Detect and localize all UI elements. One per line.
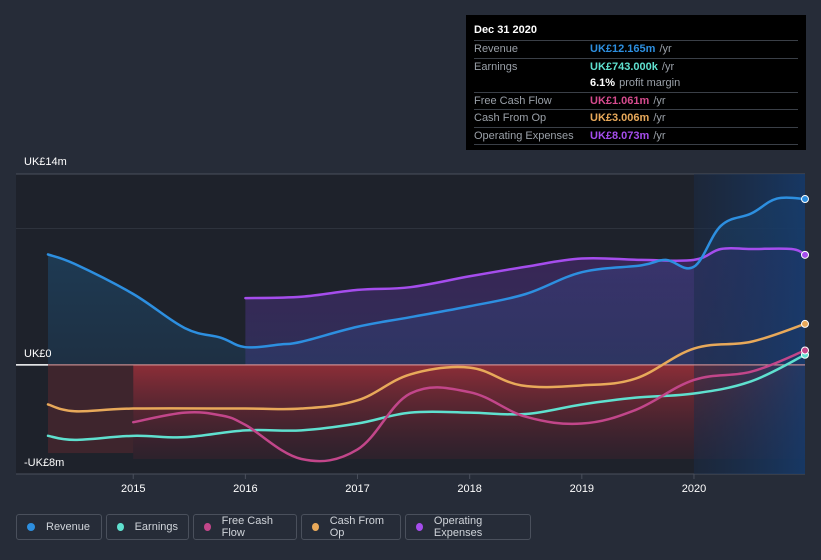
- tooltip-value: UK£8.073m: [590, 129, 650, 142]
- legend-label: Cash From Op: [329, 515, 385, 539]
- legend-label: Operating Expenses: [433, 515, 483, 539]
- tooltip-row-margin: 6.1% profit margin: [474, 75, 798, 93]
- legend-item-revenue[interactable]: Revenue: [16, 514, 102, 540]
- legend-dot-icon: [117, 523, 124, 531]
- cash-from-op-endpoint: [801, 319, 809, 328]
- legend-item-cash-from-op[interactable]: Cash From Op: [301, 514, 401, 540]
- revenue-endpoint: [801, 195, 809, 204]
- tooltip-label: Free Cash Flow: [474, 94, 552, 107]
- legend-label: Revenue: [46, 521, 91, 533]
- legend-label: Free Cash Flow: [221, 515, 273, 539]
- tooltip-value: UK£1.061m: [590, 94, 650, 107]
- tooltip-panel: Dec 31 2020 Revenue UK£12.165m /yr Earni…: [466, 15, 806, 150]
- tooltip-date: Dec 31 2020: [474, 21, 798, 41]
- tooltip-unit: /yr: [661, 60, 675, 73]
- legend-label: Earnings: [134, 521, 178, 533]
- free-cash-flow-endpoint: [801, 346, 809, 355]
- legend-dot-icon: [204, 523, 211, 531]
- x-tick-label: 2017: [345, 483, 369, 495]
- x-tick-label: 2018: [457, 483, 481, 495]
- tooltip-row-opex: Operating Expenses UK£8.073m /yr: [474, 128, 798, 145]
- legend: Revenue Earnings Free Cash Flow Cash Fro…: [16, 514, 531, 540]
- operating-expenses-endpoint: [801, 250, 809, 259]
- tooltip-value: UK£743.000k: [590, 60, 658, 73]
- legend-dot-icon: [416, 523, 423, 531]
- legend-item-operating-expenses[interactable]: Operating Expenses: [405, 514, 531, 540]
- tooltip-row-fcf: Free Cash Flow UK£1.061m /yr: [474, 93, 798, 110]
- legend-dot-icon: [27, 523, 35, 531]
- tooltip-label: Cash From Op: [474, 112, 547, 124]
- tooltip-unit: /yr: [653, 94, 666, 107]
- x-tick-label: 2019: [570, 483, 594, 495]
- x-tick-label: 2016: [233, 483, 257, 495]
- tooltip-unit: /yr: [653, 129, 666, 142]
- legend-item-earnings[interactable]: Earnings: [106, 514, 189, 540]
- tooltip-value: 6.1%: [590, 77, 616, 89]
- tooltip-row-cfo: Cash From Op UK£3.006m /yr: [474, 110, 798, 128]
- x-tick-label: 2020: [682, 483, 706, 495]
- legend-dot-icon: [312, 523, 319, 531]
- tooltip-unit: profit margin: [619, 77, 681, 89]
- highlight-region: [693, 174, 805, 474]
- tooltip-label: Revenue: [474, 43, 519, 55]
- tooltip-label: Operating Expenses: [474, 129, 574, 142]
- tooltip-row-revenue: Revenue UK£12.165m /yr: [474, 41, 798, 59]
- legend-item-free-cash-flow[interactable]: Free Cash Flow: [193, 514, 297, 540]
- tooltip-unit: /yr: [653, 112, 666, 124]
- y-tick-label: UK£0: [24, 348, 52, 360]
- x-tick-label: 2015: [121, 483, 145, 495]
- tooltip-unit: /yr: [659, 43, 672, 55]
- y-tick-label: UK£14m: [24, 156, 67, 168]
- y-tick-label: -UK£8m: [24, 457, 64, 469]
- tooltip-value: UK£3.006m: [590, 112, 650, 124]
- tooltip-label: [474, 75, 590, 92]
- tooltip-label: Earnings: [474, 60, 518, 73]
- tooltip-row-earnings: Earnings UK£743.000k /yr: [474, 59, 798, 76]
- tooltip-value: UK£12.165m: [590, 43, 656, 55]
